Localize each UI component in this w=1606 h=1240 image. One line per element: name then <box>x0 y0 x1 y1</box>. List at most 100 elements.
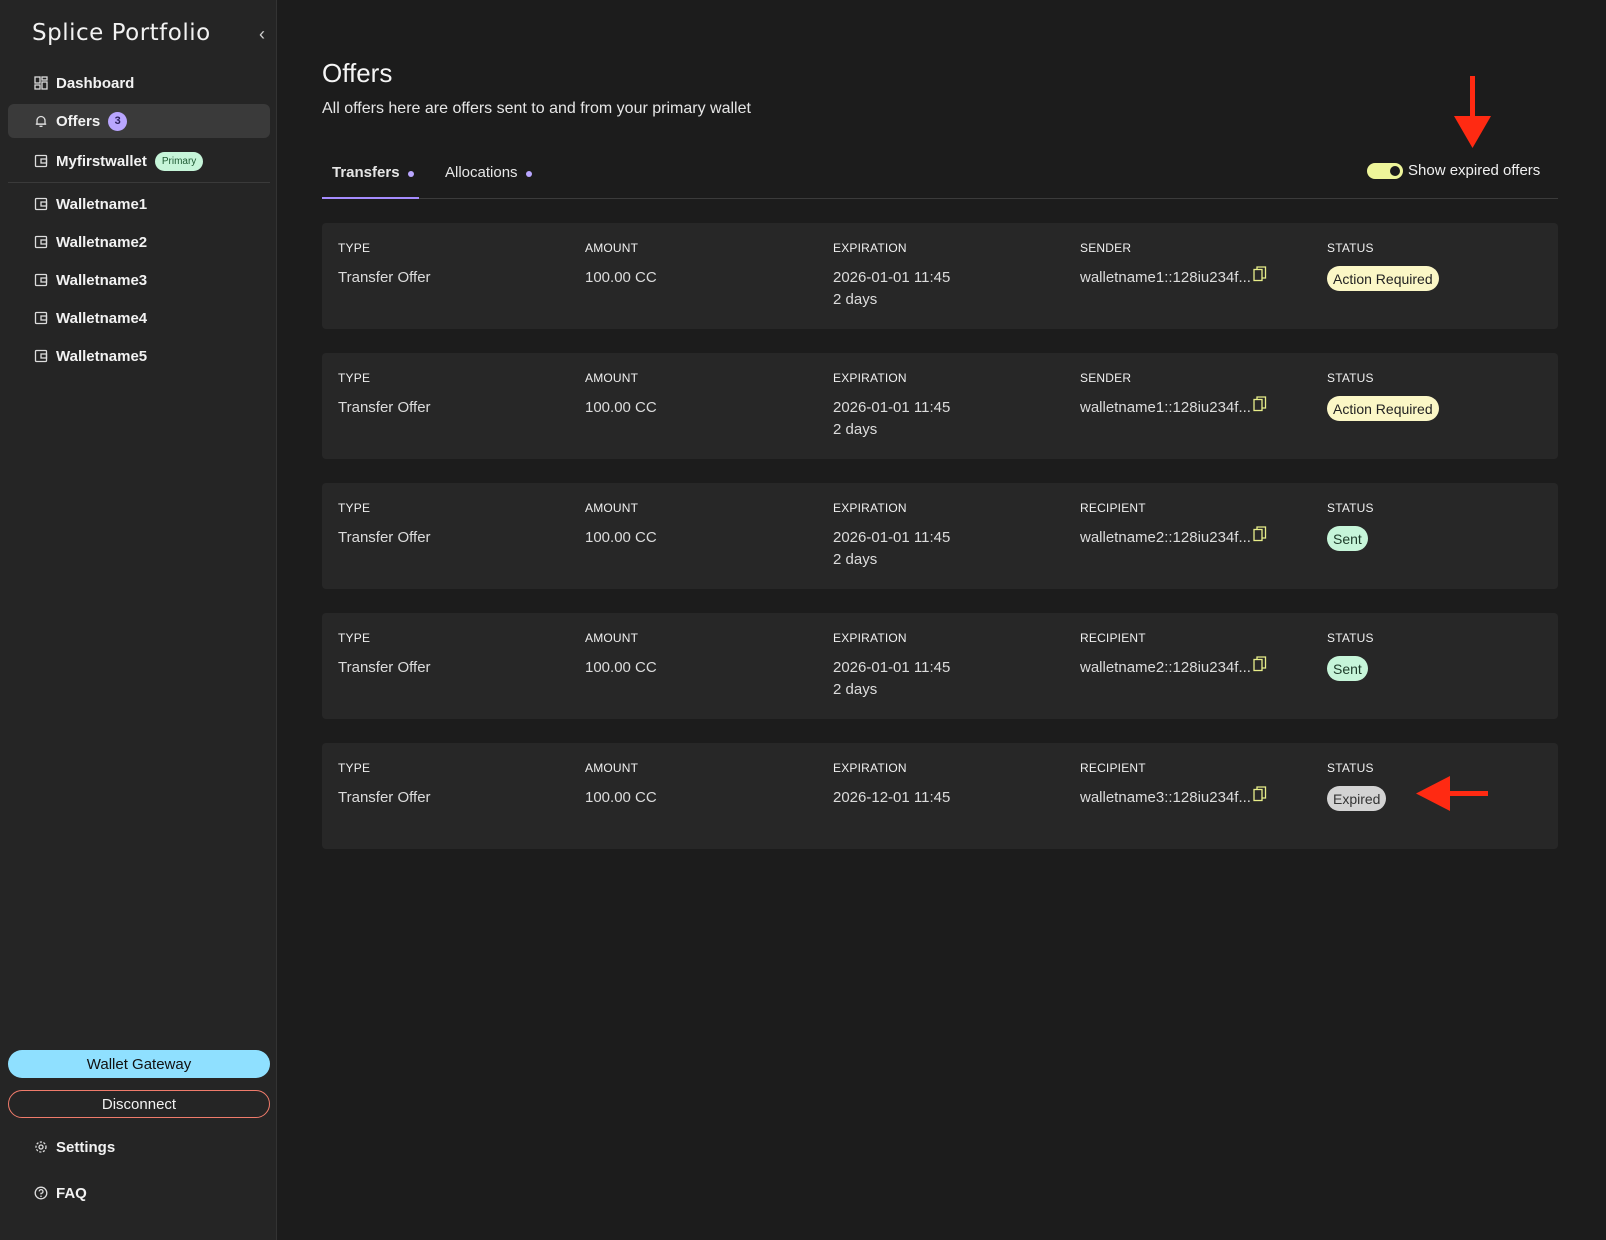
sidebar-item-walletname2[interactable]: Walletname2 <box>8 225 270 259</box>
page-title: Offers <box>322 58 393 88</box>
status-label: STATUS <box>1327 761 1374 775</box>
toggle-switch[interactable] <box>1367 162 1403 179</box>
wallet-icon <box>34 154 48 168</box>
chevron-left-icon[interactable]: ‹ <box>252 24 272 44</box>
expiration-label: EXPIRATION <box>833 501 907 515</box>
expiration-date: 2026-12-01 11:45 <box>833 789 951 806</box>
expiration-column: EXPIRATION 2026-01-01 11:45 2 days <box>833 241 950 311</box>
type-label: TYPE <box>338 241 371 255</box>
copy-icon[interactable] <box>1253 396 1267 412</box>
expiration-date: 2026-01-01 11:45 <box>833 399 951 416</box>
type-column: TYPE Transfer Offer <box>338 631 431 679</box>
toggle-knob <box>1390 165 1400 176</box>
wallet-icon <box>34 311 48 325</box>
sidebar-item-faq[interactable]: FAQ <box>8 1176 270 1210</box>
type-column: TYPE Transfer Offer <box>338 761 431 809</box>
expiration-label: EXPIRATION <box>833 631 907 645</box>
sidebar-item-walletname5[interactable]: Walletname5 <box>8 339 270 373</box>
party-label: SENDER <box>1080 371 1132 385</box>
show-expired-toggle[interactable]: Show expired offers <box>1367 162 1540 179</box>
amount-column: AMOUNT 100.00 CC <box>585 501 657 549</box>
offer-amount: 100.00 CC <box>585 269 657 286</box>
tab-label: Transfers <box>332 164 400 181</box>
party-label: RECIPIENT <box>1080 761 1146 775</box>
gear-icon <box>34 1140 48 1154</box>
offers-count-badge: 3 <box>108 111 128 131</box>
copy-icon[interactable] <box>1253 266 1267 282</box>
copy-icon[interactable] <box>1253 786 1267 802</box>
expiration-column: EXPIRATION 2026-12-01 11:45 <box>833 761 950 809</box>
expiration-relative: 2 days <box>833 291 878 308</box>
offer-type: Transfer Offer <box>338 269 431 286</box>
amount-column: AMOUNT 100.00 CC <box>585 631 657 679</box>
sidebar-item-walletname3[interactable]: Walletname3 <box>8 263 270 297</box>
type-column: TYPE Transfer Offer <box>338 241 431 289</box>
copy-icon[interactable] <box>1253 526 1267 542</box>
expiration-date: 2026-01-01 11:45 <box>833 659 951 676</box>
offer-amount: 100.00 CC <box>585 529 657 546</box>
expiration-relative: 2 days <box>833 681 878 698</box>
brand-title: Splice Portfolio <box>32 20 211 46</box>
sidebar-item-label: Myfirstwallet <box>56 152 147 170</box>
type-label: TYPE <box>338 371 371 385</box>
party-column: RECIPIENT walletname3::128iu234f... <box>1080 761 1267 809</box>
sidebar-item-offers[interactable]: Offers 3 <box>8 104 270 138</box>
offer-type: Transfer Offer <box>338 789 431 806</box>
offer-amount: 100.00 CC <box>585 399 657 416</box>
sidebar-item-walletname1[interactable]: Walletname1 <box>8 187 270 221</box>
expiration-column: EXPIRATION 2026-01-01 11:45 2 days <box>833 501 950 571</box>
status-badge: Sent <box>1327 526 1368 551</box>
status-column: STATUS Sent <box>1327 631 1374 681</box>
wallet-icon <box>34 349 48 363</box>
status-column: STATUS Action Required <box>1327 371 1439 421</box>
offer-type: Transfer Offer <box>338 529 431 546</box>
sidebar-item-label: Offers <box>56 112 101 130</box>
sidebar-item-label: Walletname4 <box>56 309 148 327</box>
status-column: STATUS Action Required <box>1327 241 1439 291</box>
party-address: walletname1::128iu234f... <box>1080 399 1251 416</box>
unread-dot-icon <box>407 171 414 177</box>
offer-expiration: 2026-12-01 11:45 <box>833 787 950 809</box>
status-badge: Action Required <box>1327 396 1439 421</box>
sidebar-item-label: Dashboard <box>56 74 135 92</box>
status-label: STATUS <box>1327 241 1374 255</box>
sidebar-item-myfirstwallet[interactable]: Myfirstwallet Primary <box>8 144 270 178</box>
expiration-column: EXPIRATION 2026-01-01 11:45 2 days <box>833 631 950 701</box>
party-label: SENDER <box>1080 241 1132 255</box>
tab-label: Allocations <box>445 164 518 181</box>
offer-expiration: 2026-01-01 11:45 2 days <box>833 397 950 441</box>
offer-type: Transfer Offer <box>338 659 431 676</box>
tab-allocations[interactable]: Allocations <box>445 158 532 199</box>
sidebar-item-label: Settings <box>56 1138 116 1156</box>
party-address: walletname3::128iu234f... <box>1080 789 1251 806</box>
type-label: TYPE <box>338 631 371 645</box>
offer-card[interactable]: TYPE Transfer Offer AMOUNT 100.00 CC EXP… <box>322 223 1558 329</box>
expiration-relative: 2 days <box>833 551 878 568</box>
sidebar-item-dashboard[interactable]: Dashboard <box>8 66 270 100</box>
annotation-arrow-left-icon <box>1416 776 1488 811</box>
expiration-relative: 2 days <box>833 421 878 438</box>
wallet-gateway-button[interactable]: Wallet Gateway <box>8 1050 270 1078</box>
sidebar-item-settings[interactable]: Settings <box>8 1130 270 1164</box>
status-column: STATUS Sent <box>1327 501 1374 551</box>
expiration-date: 2026-01-01 11:45 <box>833 529 951 546</box>
sidebar-item-label: Walletname2 <box>56 233 148 251</box>
disconnect-button[interactable]: Disconnect <box>8 1090 270 1118</box>
party-address-row: walletname2::128iu234f... <box>1080 526 1267 549</box>
offer-expiration: 2026-01-01 11:45 2 days <box>833 267 950 311</box>
sidebar-item-label: Walletname1 <box>56 195 148 213</box>
toggle-label: Show expired offers <box>1408 162 1541 179</box>
party-address-row: walletname2::128iu234f... <box>1080 656 1267 679</box>
offer-expiration: 2026-01-01 11:45 2 days <box>833 527 950 571</box>
offer-card[interactable]: TYPE Transfer Offer AMOUNT 100.00 CC EXP… <box>322 483 1558 589</box>
offer-card[interactable]: TYPE Transfer Offer AMOUNT 100.00 CC EXP… <box>322 353 1558 459</box>
dashboard-icon <box>34 76 48 90</box>
offer-card[interactable]: TYPE Transfer Offer AMOUNT 100.00 CC EXP… <box>322 613 1558 719</box>
offer-card[interactable]: TYPE Transfer Offer AMOUNT 100.00 CC EXP… <box>322 743 1558 849</box>
expiration-date: 2026-01-01 11:45 <box>833 269 951 286</box>
tab-transfers[interactable]: Transfers <box>322 158 419 199</box>
sidebar-item-walletname4[interactable]: Walletname4 <box>8 301 270 335</box>
copy-icon[interactable] <box>1253 656 1267 672</box>
party-address-row: walletname3::128iu234f... <box>1080 786 1267 809</box>
amount-column: AMOUNT 100.00 CC <box>585 241 657 289</box>
